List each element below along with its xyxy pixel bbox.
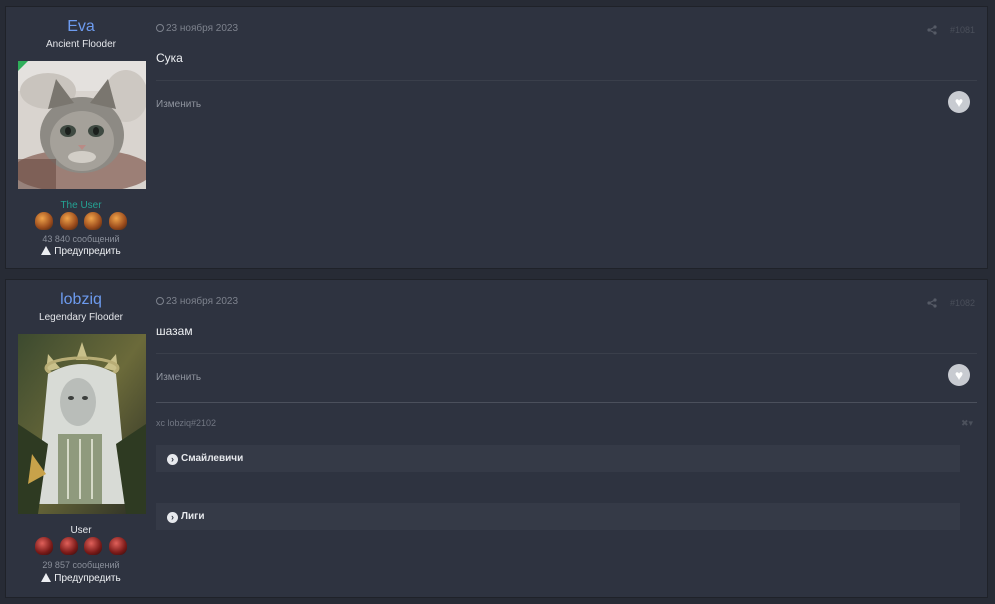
post-number[interactable]: #1081 (950, 25, 975, 35)
author-panel: lobziq Legendary Flooder (6, 280, 156, 323)
warning-icon (41, 573, 52, 582)
post-content: шазам (156, 324, 193, 338)
post-date[interactable]: 23 ноября 2023 (156, 23, 238, 34)
share-icon[interactable] (927, 298, 937, 311)
heart-icon[interactable]: ♥ (948, 91, 970, 113)
signature-divider (156, 402, 977, 403)
spoiler-leagues[interactable]: › Лиги (156, 503, 960, 530)
badge-icon (35, 537, 54, 555)
author-title: Ancient Flooder (45, 39, 117, 50)
badge-icon (84, 537, 103, 555)
spoiler-label: Смайлевичи (181, 453, 244, 464)
divider (156, 353, 977, 354)
warn-label: Предупредить (54, 246, 121, 257)
clock-icon (156, 24, 164, 32)
post-date-text: 23 ноября 2023 (166, 296, 239, 307)
post-count: 43 840 сообщений (42, 234, 120, 244)
edit-link[interactable]: Изменить (156, 372, 201, 383)
signature-text: xc lobziq#2102 (156, 418, 217, 428)
badge-icon (59, 212, 78, 230)
spoiler-label: Лиги (181, 511, 205, 522)
warn-label: Предупредить (54, 573, 121, 584)
author-name[interactable]: lobziq (6, 291, 156, 309)
user-group: The User (60, 200, 102, 211)
badges (6, 212, 156, 232)
author-title: Legendary Flooder (39, 312, 123, 323)
heart-icon[interactable]: ♥ (948, 364, 970, 386)
badge-icon (84, 212, 103, 230)
warn-button[interactable]: Предупредить (6, 573, 156, 584)
badge-icon (35, 212, 54, 230)
spoiler-smileys[interactable]: › Смайлевичи (156, 445, 960, 472)
post-content: Сука (156, 51, 183, 65)
badges (6, 537, 156, 557)
edit-link[interactable]: Изменить (156, 99, 201, 110)
share-icon[interactable] (927, 25, 937, 38)
author-panel: Eva Ancient Flooder (6, 7, 156, 50)
badge-icon (108, 537, 127, 555)
chevron-right-icon: › (167, 454, 178, 465)
post: lobziq Legendary Flooder User 29 857 соо… (5, 279, 988, 598)
badge-icon (108, 212, 127, 230)
post-date-text: 23 ноября 2023 (166, 23, 239, 34)
warn-button[interactable]: Предупредить (6, 246, 156, 257)
divider (156, 80, 977, 81)
post-count: 29 857 сообщений (42, 560, 120, 570)
post-date[interactable]: 23 ноября 2023 (156, 296, 238, 307)
avatar[interactable] (18, 334, 146, 514)
chevron-right-icon: › (167, 512, 178, 523)
author-name[interactable]: Eva (6, 18, 156, 36)
post-number[interactable]: #1082 (950, 298, 975, 308)
avatar[interactable] (18, 61, 146, 189)
post: Eva Ancient Flooder The User 43 840 сооб… (5, 6, 988, 269)
user-group: User (70, 525, 92, 536)
clock-icon (156, 297, 164, 305)
signature-toggle-icon[interactable]: ✖▾ (961, 418, 973, 429)
warning-icon (41, 246, 52, 255)
badge-icon (59, 537, 78, 555)
